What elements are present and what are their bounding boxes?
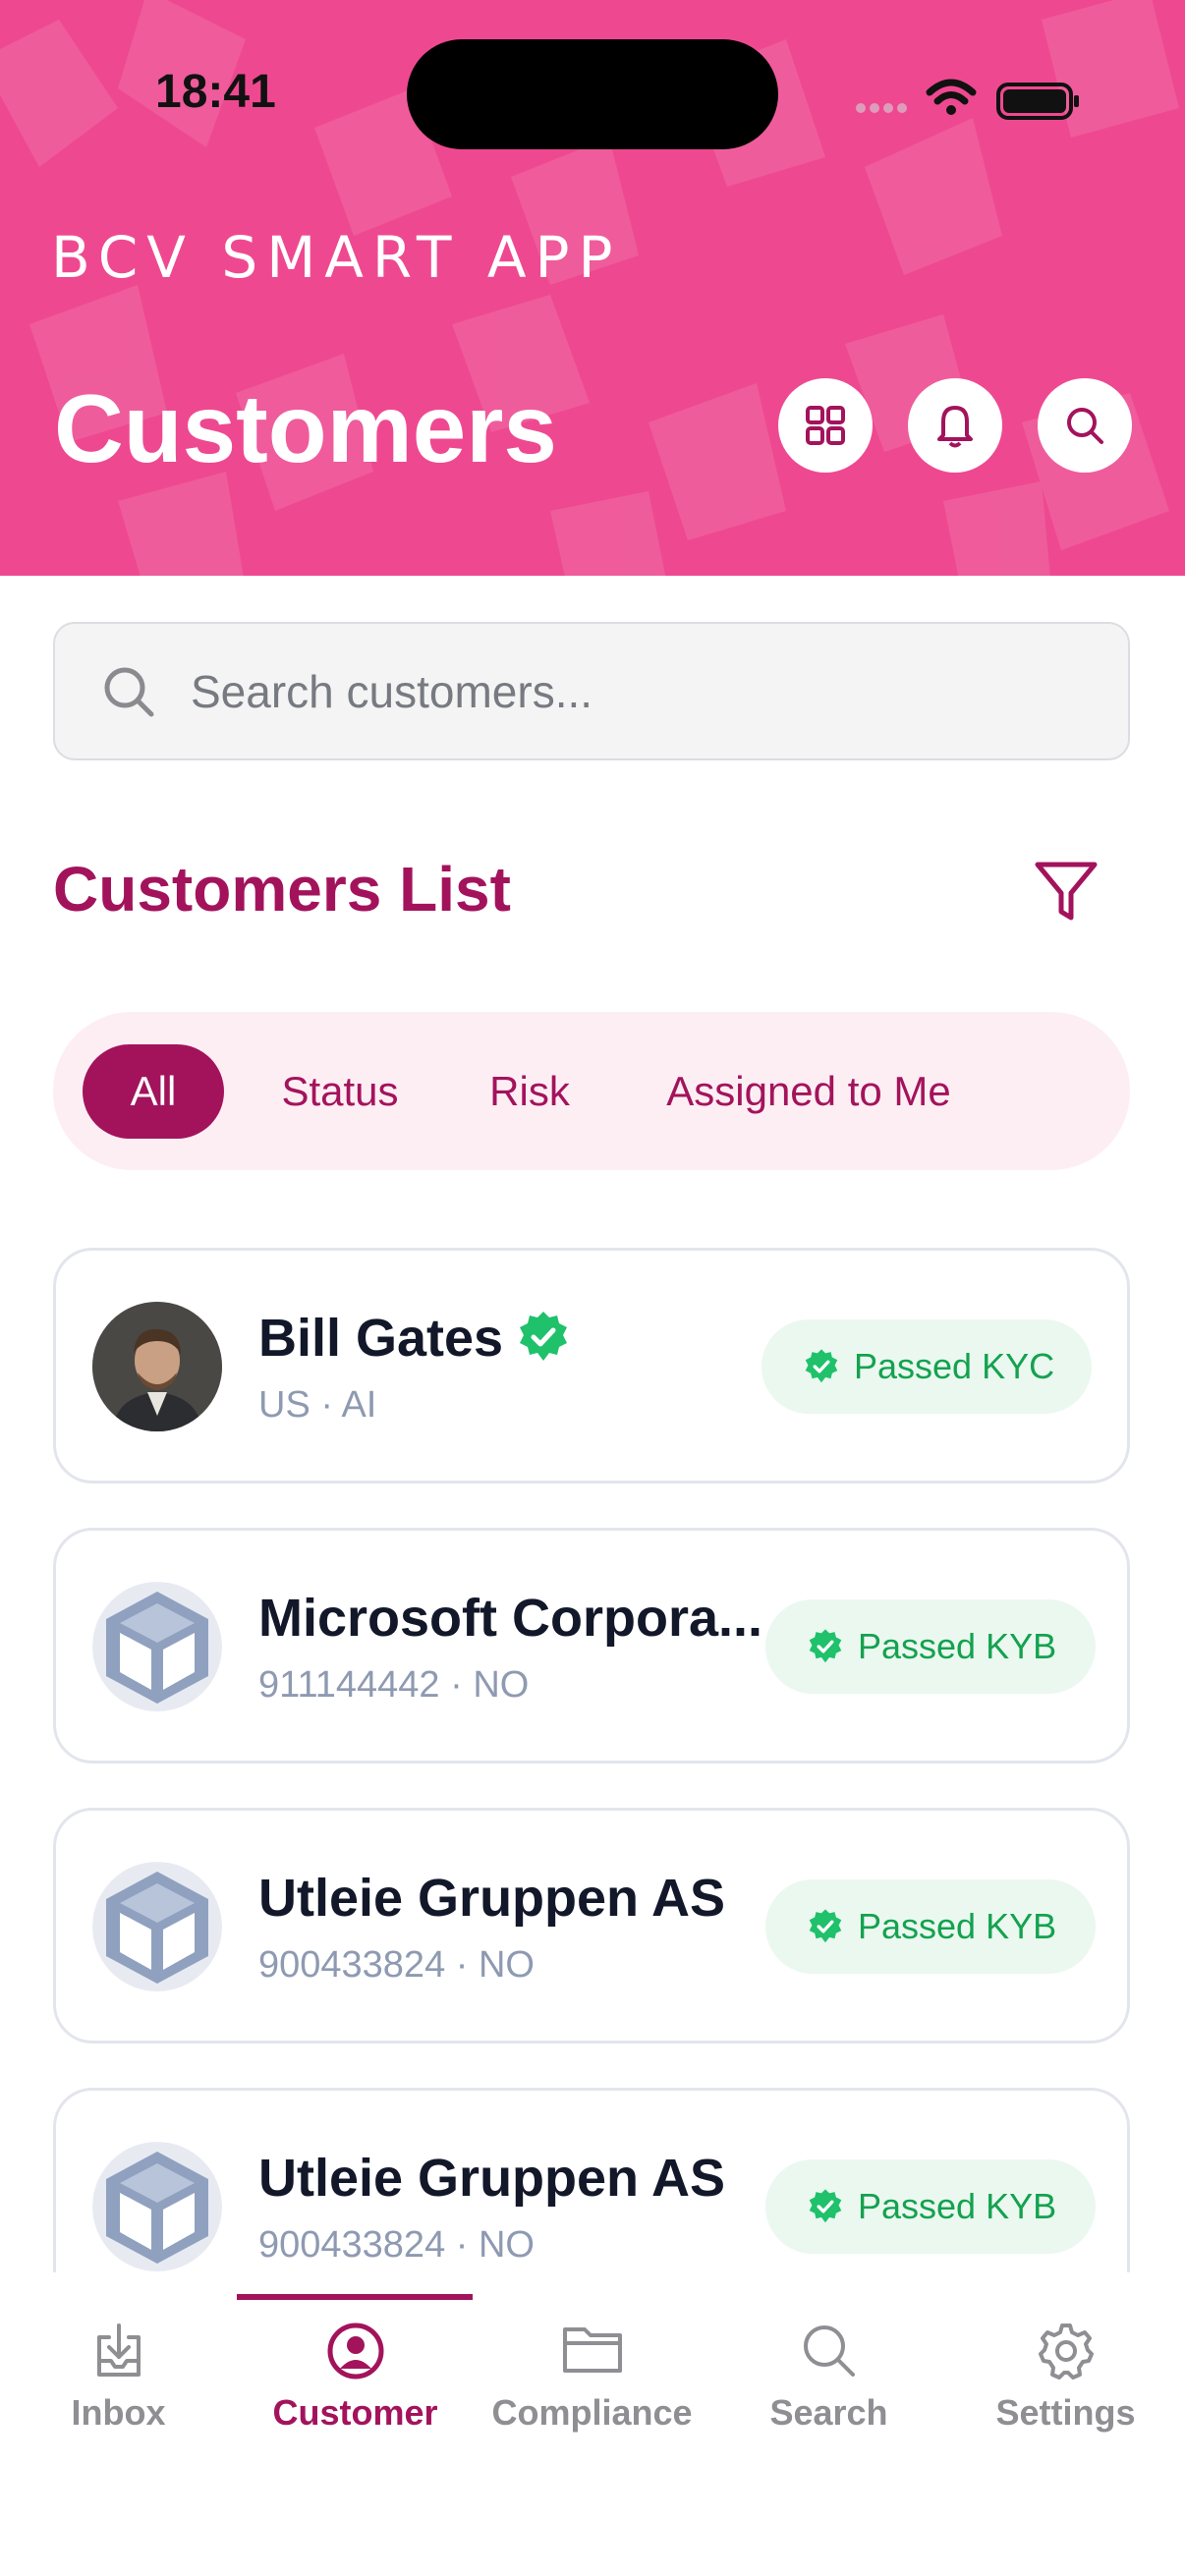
tab-customer[interactable]: Customer [237,2272,474,2459]
section-title: Customers List [53,854,511,924]
customer-subtitle: 900433824 · NO [258,2224,535,2266]
customer-subtitle: US · AI [258,1384,377,1426]
status-badge: Passed KYB [765,1879,1096,1974]
check-badge-icon [803,1348,840,1385]
customer-name: Microsoft Corpora... [258,1589,763,1648]
search-input[interactable] [189,663,1077,719]
wifi-icon [926,79,977,105]
status-label: Passed KYC [854,1346,1055,1386]
grid-icon [806,406,845,445]
search-icon [710,2322,947,2380]
customer-subtitle: 911144442 · NO [258,1664,530,1706]
tab-label: Customer [272,2392,438,2433]
battery-icon [996,83,1079,120]
app-header: 18:41 BCV SMART APP Customers [0,0,1185,576]
customer-card[interactable]: Microsoft Corpora... 911144442 · NO Pass… [53,1528,1130,1764]
company-box-icon [92,1582,222,1711]
tab-search[interactable]: Search [710,2272,947,2459]
dynamic-island [407,39,778,149]
bottom-tab-bar: Inbox Customer Compliance Search Setting… [0,2272,1185,2576]
user-circle-icon [237,2322,474,2380]
chip-all[interactable]: All [83,1044,224,1139]
tab-label: Inbox [71,2392,166,2433]
tab-label: Compliance [491,2392,693,2433]
customer-subtitle: 900433824 · NO [258,1944,535,1986]
filter-chips: All Status Risk Assigned to Me [53,1012,1130,1170]
header-search-button[interactable] [1038,378,1132,473]
filter-icon [1035,862,1098,921]
company-box-icon [92,2142,222,2271]
tab-compliance[interactable]: Compliance [474,2272,710,2459]
status-time: 18:41 [155,66,276,118]
customer-card[interactable]: Utleie Gruppen AS 900433824 · NO Passed … [53,1808,1130,2044]
chip-assigned-to-me[interactable]: Assigned to Me [647,1044,971,1139]
inbox-icon [0,2322,237,2380]
company-box-icon [92,1862,222,1991]
filter-button[interactable] [1032,857,1100,930]
customer-name: Utleie Gruppen AS [258,1869,726,1928]
folder-icon [474,2322,710,2377]
customer-card[interactable]: Bill Gates US · AI Passed KYC [53,1248,1130,1484]
search-icon [100,663,157,720]
page-title: Customers [54,374,557,482]
search-icon [1067,408,1103,444]
grid-view-button[interactable] [778,378,873,473]
notifications-button[interactable] [908,378,1002,473]
tab-inbox[interactable]: Inbox [0,2272,237,2459]
check-badge-icon [807,1908,844,1945]
cellular-signal-icon [856,103,907,113]
tab-label: Search [769,2392,888,2433]
customer-name: Bill Gates [258,1309,504,1368]
check-badge-icon [807,1628,844,1665]
status-badge: Passed KYB [765,2159,1096,2254]
gear-icon [947,2322,1184,2380]
status-label: Passed KYB [858,2186,1057,2226]
customer-search-bar[interactable] [53,622,1130,760]
check-badge-icon [807,2188,844,2225]
status-label: Passed KYB [858,1906,1057,1946]
status-badge: Passed KYC [762,1319,1092,1414]
verified-icon [516,1310,571,1370]
tab-label: Settings [995,2392,1136,2433]
chip-status[interactable]: Status [261,1044,419,1139]
avatar [92,1302,222,1431]
status-icons [851,71,1087,125]
customer-name: Utleie Gruppen AS [258,2149,726,2208]
tab-settings[interactable]: Settings [947,2272,1184,2459]
status-badge: Passed KYB [765,1599,1096,1694]
brand-title: BCV SMART APP [51,224,622,291]
bell-icon [937,406,973,448]
chip-risk[interactable]: Risk [466,1044,593,1139]
status-label: Passed KYB [858,1626,1057,1666]
